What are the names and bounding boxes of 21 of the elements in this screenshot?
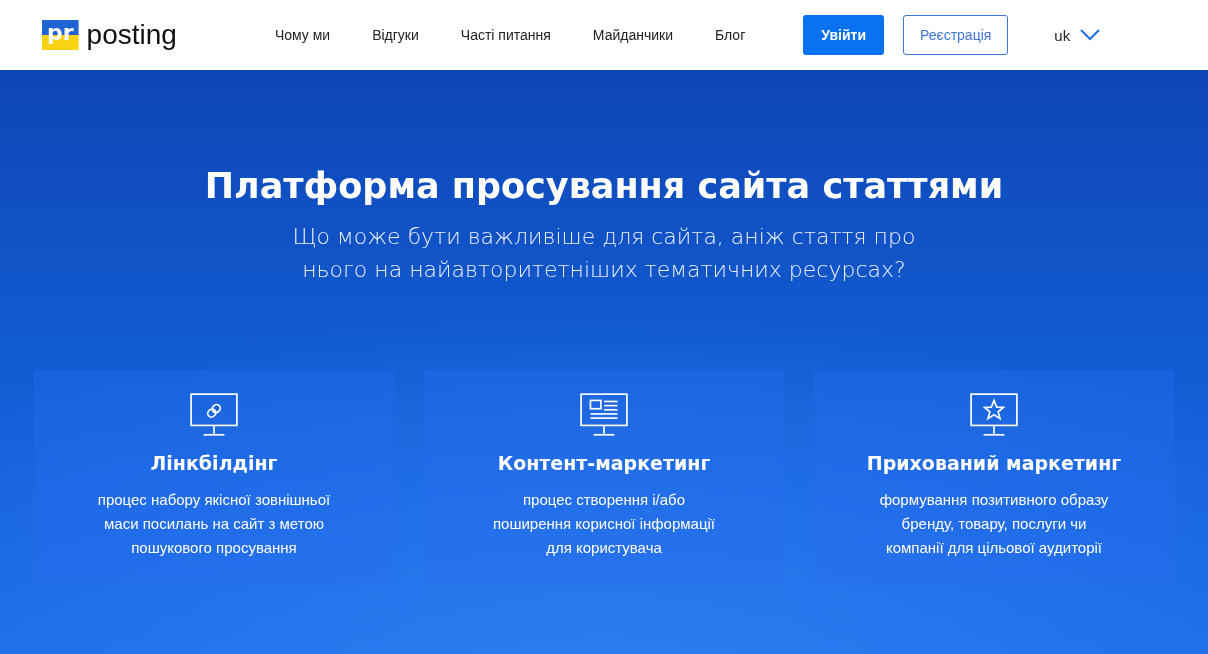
- login-button[interactable]: Увійти: [803, 15, 884, 55]
- feature-description: формування позитивного образу бренду, товару, послуги чи компанії для цільової аудиторії: [879, 490, 1109, 558]
- feature-description: процес створення і/або поширення корисної інформації для користувача: [492, 490, 716, 558]
- nav-link[interactable]: Відгуки: [372, 27, 419, 43]
- nav-link[interactable]: Чому ми: [274, 27, 331, 43]
- hero-title: Платформа просування сайта статтями: [204, 166, 1004, 206]
- monitor-document-icon: [579, 392, 629, 438]
- monitor-star-icon: [969, 392, 1019, 438]
- feature-title: Лінкбілдінг: [150, 452, 278, 474]
- nav-link[interactable]: Блог: [715, 27, 746, 43]
- feature-title: Прихований маркетинг: [866, 452, 1122, 474]
- monitor-link-icon: [189, 392, 239, 438]
- feature-title: Контент-маркетинг: [497, 452, 711, 474]
- language-selector[interactable]: uk: [1054, 26, 1101, 44]
- feature-description: процес набору якісної зовнішньої маси посилань на сайт з метою пошукового просування: [97, 490, 331, 558]
- nav-link[interactable]: Майданчики: [592, 27, 673, 43]
- chevron-down-icon: [1080, 29, 1101, 41]
- hero-subtitle: Що може бути важливіше для сайта, аніж стаття про нього на найавторитетніших тематичних ресурсах?: [292, 223, 916, 284]
- nav-link[interactable]: Часті питання: [460, 27, 551, 43]
- logo-text[interactable]: posting: [86, 19, 177, 51]
- register-button[interactable]: Реєстрація: [903, 15, 1009, 55]
